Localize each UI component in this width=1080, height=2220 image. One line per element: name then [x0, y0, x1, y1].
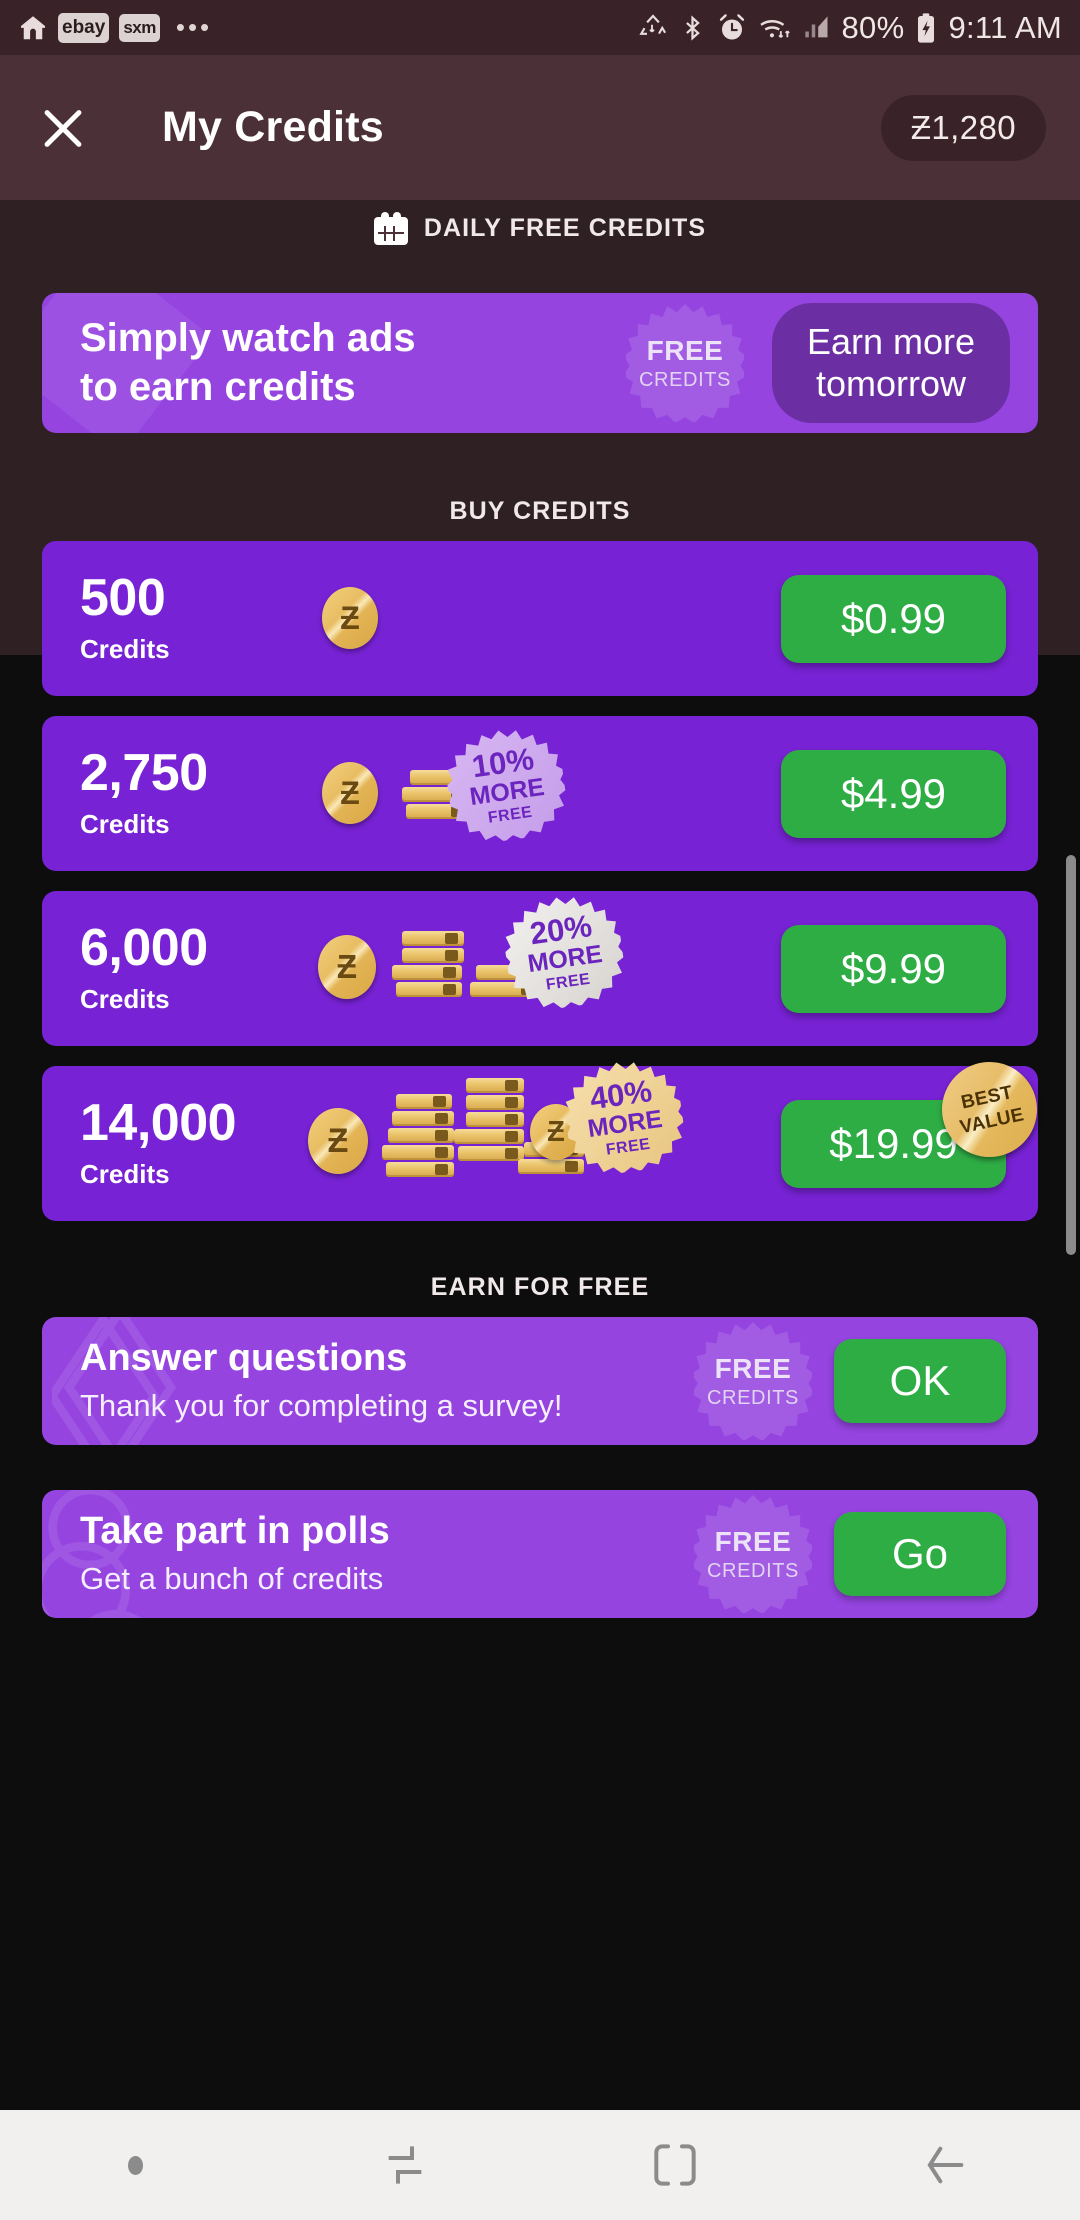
notification-dot-icon[interactable]: [0, 2155, 270, 2175]
watch-ads-title: Simply watch ads to earn credits: [80, 316, 416, 409]
credit-artwork: Ƶ 10% MORE FREE: [300, 716, 781, 871]
credit-artwork: Ƶ: [300, 541, 781, 696]
watch-ads-card[interactable]: Simply watch ads to earn credits FREE CR…: [42, 293, 1038, 433]
credit-amount: 14,000: [80, 1094, 237, 1152]
coin-icon: Ƶ: [318, 935, 376, 999]
recents-icon[interactable]: [270, 2137, 540, 2193]
credit-amount-block: 6,000 Credits: [80, 922, 300, 1015]
phone-screen: ebay sxm ••• 80% 9:11 AM My Credits Ƶ1,2…: [0, 0, 1080, 2220]
bonus-badge: 10% MORE FREE: [441, 722, 571, 847]
bonus-badge: 20% MORE FREE: [499, 889, 629, 1014]
section-header-earn-label: EARN FOR FREE: [430, 1272, 650, 1301]
credit-amount-label: Credits: [80, 809, 170, 839]
coin-icon: Ƶ: [322, 587, 378, 649]
page-title: My Credits: [162, 103, 384, 151]
home-icon: [18, 13, 48, 43]
back-arrow-icon[interactable]: [810, 2137, 1080, 2193]
section-header-daily: DAILY FREE CREDITS: [0, 178, 1080, 278]
earn-task-text: Answer questions Thank you for completin…: [80, 1336, 563, 1425]
alarm-icon: [717, 13, 747, 43]
sxm-icon: sxm: [119, 13, 160, 42]
free-credits-badge-top: FREE: [646, 334, 724, 366]
bluetooth-icon: [679, 13, 706, 43]
earn-more-tomorrow-button[interactable]: Earn more tomorrow: [772, 302, 1010, 424]
cellular-signal-icon: [803, 14, 831, 42]
section-header-buy: BUY CREDITS: [0, 481, 1080, 541]
earn-task-button[interactable]: OK: [834, 1339, 1006, 1423]
credit-amount-label: Credits: [80, 984, 170, 1014]
system-navigation-bar: [0, 2110, 1080, 2220]
section-header-buy-label: BUY CREDITS: [449, 496, 631, 525]
coin-icon: Ƶ: [308, 1108, 368, 1174]
buy-credits-row[interactable]: 14,000 Credits Ƶ Ƶ 40% MORE FREE $19.99: [42, 1066, 1038, 1221]
credit-artwork: Ƶ 20% MORE FREE: [300, 891, 781, 1046]
status-bar: ebay sxm ••• 80% 9:11 AM: [0, 0, 1080, 55]
content-area: DAILY FREE CREDITS Simply watch ads to e…: [0, 200, 1080, 2110]
vertical-scrollbar[interactable]: [1066, 855, 1076, 1255]
earn-task-title: Take part in polls: [80, 1509, 390, 1552]
calendar-icon: [373, 211, 408, 245]
coin-icon: Ƶ: [322, 762, 378, 824]
earn-task-card[interactable]: Take part in polls Get a bunch of credit…: [42, 1490, 1038, 1618]
ebay-icon: ebay: [58, 12, 110, 43]
credit-amount: 6,000: [80, 919, 208, 977]
earn-more-line1: Earn more: [806, 320, 976, 362]
earn-task-button[interactable]: Go: [834, 1512, 1006, 1596]
credit-artwork: Ƶ Ƶ 40% MORE FREE: [300, 1066, 781, 1221]
credit-amount-block: 500 Credits: [80, 572, 300, 665]
credit-amount-label: Credits: [80, 634, 170, 664]
status-bar-right: 80% 9:11 AM: [638, 10, 1063, 46]
price-button[interactable]: $0.99: [781, 574, 1006, 663]
battery-percent-label: 80%: [841, 9, 905, 45]
free-credits-badge-bottom: CREDITS: [707, 1559, 799, 1582]
clock-label: 9:11 AM: [948, 9, 1062, 45]
battery-charging-icon: [915, 12, 937, 44]
section-header-daily-label: DAILY FREE CREDITS: [423, 213, 707, 242]
free-credits-badge: FREE CREDITS: [694, 1495, 812, 1613]
free-credits-badge: FREE CREDITS: [694, 1322, 812, 1440]
coin-stack-icon: [386, 931, 466, 1001]
earn-task-subtitle: Get a bunch of credits: [80, 1561, 384, 1597]
earn-task-text: Take part in polls Get a bunch of credit…: [80, 1509, 390, 1598]
credit-amount-label: Credits: [80, 1159, 170, 1189]
free-credits-badge-top: FREE: [714, 1525, 792, 1557]
price-button[interactable]: $9.99: [781, 924, 1006, 1013]
price-button[interactable]: $4.99: [781, 749, 1006, 838]
credit-amount: 2,750: [80, 744, 208, 802]
buy-credits-row[interactable]: 6,000 Credits Ƶ 20% MORE FREE $9.99: [42, 891, 1038, 1046]
credit-balance-badge[interactable]: Ƶ1,280: [880, 94, 1046, 161]
credit-amount: 500: [80, 569, 166, 627]
free-credits-badge-bottom: CREDITS: [639, 368, 731, 391]
data-saver-icon: [638, 13, 668, 43]
wifi-icon: [758, 13, 792, 43]
bonus-badge: 40% MORE FREE: [559, 1054, 689, 1179]
credit-amount-block: 2,750 Credits: [80, 747, 300, 840]
status-bar-left: ebay sxm •••: [18, 11, 213, 43]
earn-task-card[interactable]: Answer questions Thank you for completin…: [42, 1317, 1038, 1445]
earn-more-line2: tomorrow: [815, 363, 967, 404]
free-credits-badge-top: FREE: [714, 1352, 792, 1384]
credit-amount-block: 14,000 Credits: [80, 1097, 300, 1190]
earn-task-subtitle: Thank you for completing a survey!: [80, 1388, 563, 1424]
free-credits-badge: FREE CREDITS: [626, 304, 744, 422]
close-icon[interactable]: [34, 99, 92, 157]
coin-stack-icon: [448, 1078, 528, 1178]
overflow-dots-icon: •••: [175, 11, 213, 42]
coin-stack-icon: [378, 1094, 458, 1178]
earn-task-title: Answer questions: [80, 1336, 408, 1379]
buy-credits-row[interactable]: 500 Credits Ƶ $0.99: [42, 541, 1038, 696]
buy-credits-row[interactable]: 2,750 Credits Ƶ 10% MORE FREE $4.99: [42, 716, 1038, 871]
home-square-icon[interactable]: [540, 2137, 810, 2193]
free-credits-badge-bottom: CREDITS: [707, 1386, 799, 1409]
